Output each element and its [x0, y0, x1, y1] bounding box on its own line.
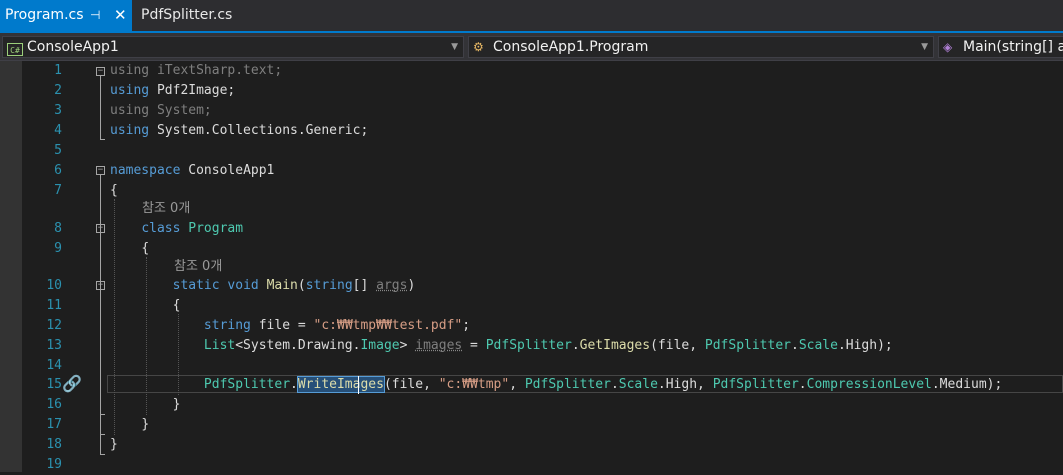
line-number: 1	[54, 63, 62, 78]
line-number: 2	[54, 83, 62, 98]
close-icon[interactable]: ✕	[114, 0, 127, 31]
code-text: PdfSplitter.WriteImages(file, "c:₩₩tmp",…	[203, 376, 1003, 393]
codelens-main-references[interactable]: 참조 0개	[174, 257, 222, 277]
code-line-11: 11 {	[0, 296, 1063, 316]
code-line-5: 5	[0, 141, 1063, 161]
line-number: 4	[54, 123, 62, 138]
code-text: static void Main(string[] args)	[172, 278, 416, 293]
member-name: Main(string[] a	[963, 39, 1063, 55]
type-dropdown[interactable]: ⚙ ConsoleApp1.Program ▼	[468, 36, 934, 58]
code-line-12: 12 string file = "c:₩₩tmp₩₩test.pdf";	[0, 316, 1063, 336]
code-text: {	[110, 183, 118, 198]
code-line-8: 8 class Program	[0, 219, 1063, 239]
code-text: using iTextSharp.text;	[110, 63, 283, 78]
text-caret	[358, 376, 359, 394]
navigation-bar: C# ConsoleApp1 ▼ ⚙ ConsoleApp1.Program ▼ ◈…	[0, 33, 1063, 61]
code-text: using System;	[110, 103, 212, 118]
pin-icon[interactable]: ⊣	[90, 0, 100, 31]
type-name: ConsoleApp1.Program	[493, 39, 649, 55]
code-line-2: 2 using Pdf2Image;	[0, 81, 1063, 101]
code-line-14: 14	[0, 356, 1063, 376]
code-text: {	[141, 241, 150, 256]
document-tab-strip: Program.cs ⊣ ✕ PdfSplitter.cs	[0, 0, 1063, 33]
code-text: using Pdf2Image;	[110, 83, 236, 98]
code-line-18: 18 }	[0, 435, 1063, 455]
method-icon: ◈	[943, 40, 953, 54]
line-number: 14	[46, 358, 62, 373]
tab-program-cs[interactable]: Program.cs ⊣ ✕	[0, 0, 132, 31]
code-text: List<System.Drawing.Image> images = PdfS…	[203, 338, 893, 353]
chevron-down-icon[interactable]: ▼	[921, 37, 928, 57]
code-line-6: 6 namespace ConsoleApp1	[0, 161, 1063, 181]
code-text: using System.Collections.Generic;	[110, 123, 369, 138]
code-line-7: 7 {	[0, 181, 1063, 201]
code-line-17: 17 }	[0, 415, 1063, 435]
code-text: class Program	[141, 221, 244, 236]
code-line-16: 16 }	[0, 395, 1063, 415]
code-line-19: 19	[0, 455, 1063, 475]
line-number: 15	[46, 377, 62, 392]
line-number: 10	[46, 278, 62, 293]
project-dropdown[interactable]: C# ConsoleApp1 ▼	[2, 36, 464, 58]
code-line-3: 3 using System;	[0, 101, 1063, 121]
line-number: 12	[46, 318, 62, 333]
line-number: 11	[46, 298, 62, 313]
selected-identifier: WriteImages	[296, 376, 385, 393]
line-number: 3	[54, 103, 62, 118]
line-number: 19	[46, 457, 62, 472]
code-line-4: 4 using System.Collections.Generic;	[0, 121, 1063, 141]
code-text: }	[110, 437, 118, 452]
csharp-project-icon: C#	[7, 43, 23, 56]
line-number: 9	[54, 241, 62, 256]
line-number: 6	[54, 163, 62, 178]
tab-label: PdfSplitter.cs	[141, 7, 233, 23]
line-number: 7	[54, 183, 62, 198]
code-text: }	[141, 417, 150, 432]
project-name: ConsoleApp1	[27, 39, 119, 55]
line-number: 18	[46, 437, 62, 452]
line-number: 5	[54, 143, 62, 158]
tab-label: Program.cs	[5, 7, 84, 23]
line-number: 17	[46, 417, 62, 432]
code-editor[interactable]: 🔗 − − − − 참조 0개 참조 0개 1 using iTextSharp…	[0, 61, 1063, 472]
code-line-10: 10 static void Main(string[] args)	[0, 276, 1063, 296]
code-text: {	[172, 298, 181, 313]
member-dropdown[interactable]: ◈ Main(string[] a	[938, 36, 1063, 58]
code-line-1: 1 using iTextSharp.text;	[0, 61, 1063, 81]
code-text: namespace ConsoleApp1	[110, 163, 275, 178]
chevron-down-icon[interactable]: ▼	[451, 37, 458, 57]
line-number: 8	[54, 221, 62, 236]
class-icon: ⚙	[473, 40, 484, 54]
line-number: 16	[46, 397, 62, 412]
code-line-13: 13 List<System.Drawing.Image> images = P…	[0, 336, 1063, 356]
line-number: 13	[46, 338, 62, 353]
code-text: string file = "c:₩₩tmp₩₩test.pdf";	[203, 318, 471, 333]
code-line-15: 15 PdfSplitter.WriteImages(file, "c:₩₩tm…	[0, 375, 1063, 395]
code-text: }	[172, 397, 181, 412]
code-line-9: 9 {	[0, 239, 1063, 259]
tab-pdfsplitter-cs[interactable]: PdfSplitter.cs	[141, 0, 232, 31]
codelens-class-references[interactable]: 참조 0개	[142, 199, 190, 219]
